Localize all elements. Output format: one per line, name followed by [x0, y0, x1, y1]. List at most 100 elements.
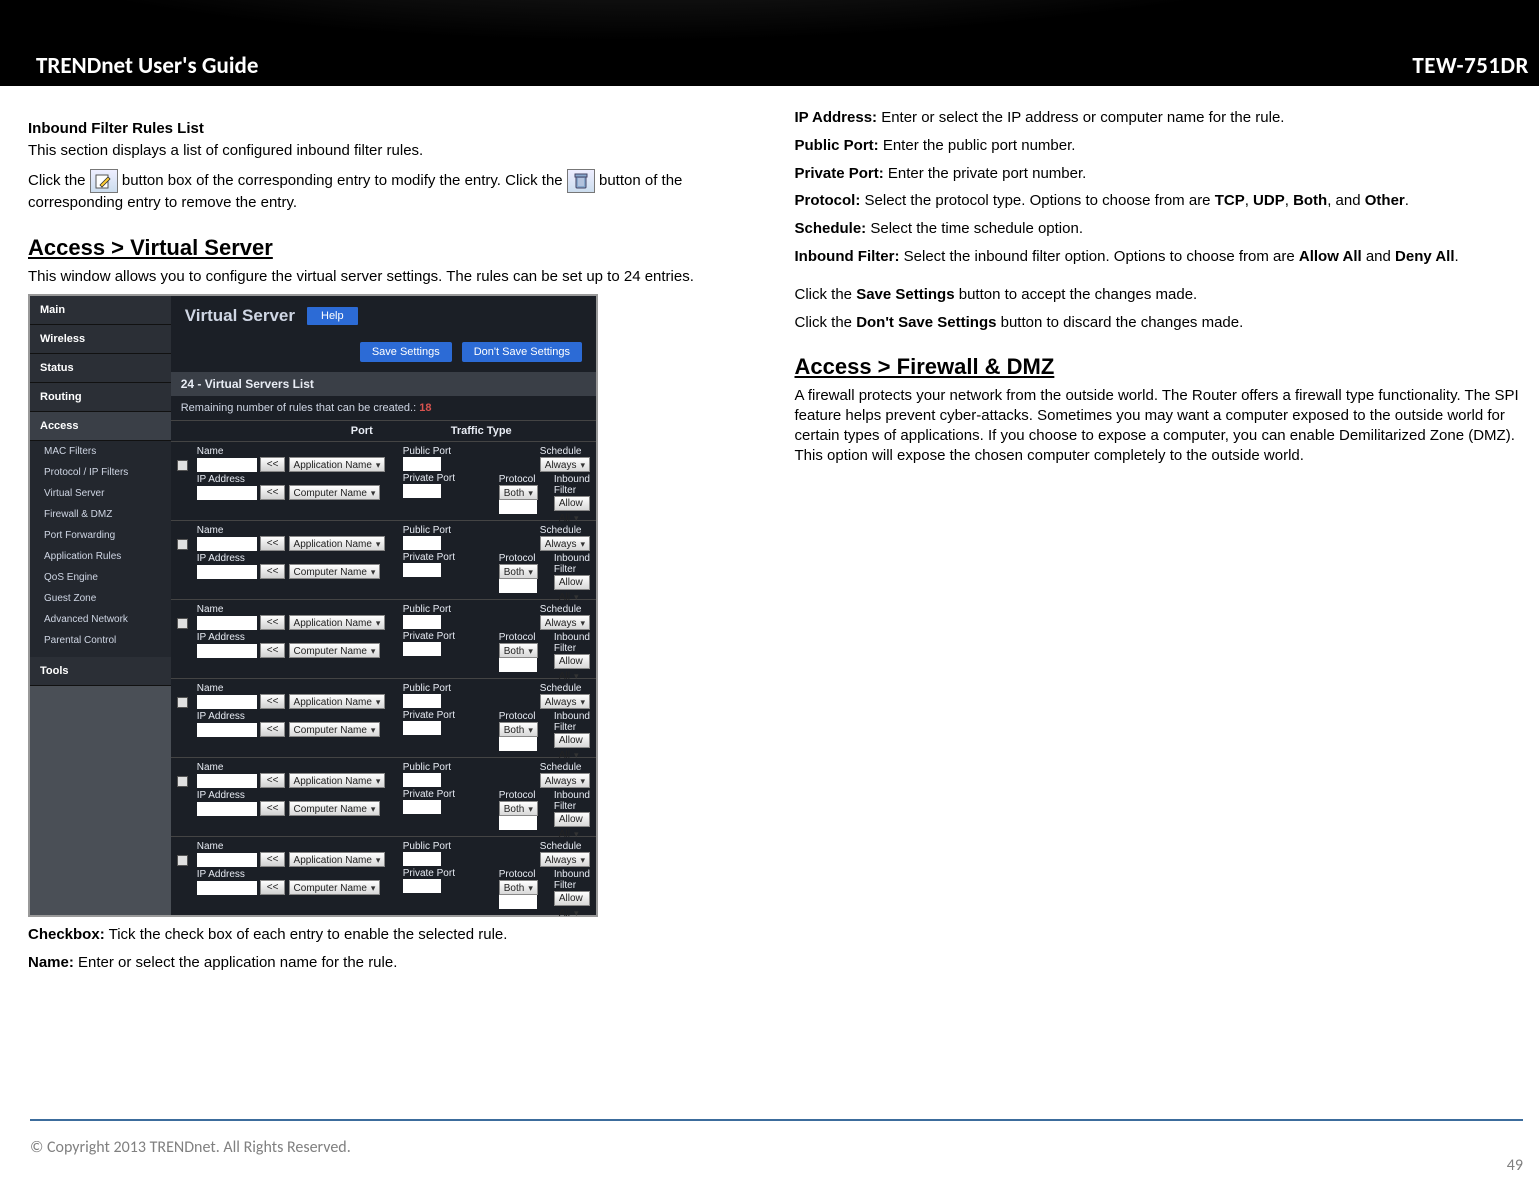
- inbound-filter-select[interactable]: Allow All: [554, 891, 590, 906]
- nav-sub-app-rules[interactable]: Application Rules: [30, 546, 171, 567]
- help-button[interactable]: Help: [307, 307, 358, 325]
- nav-tools[interactable]: Tools: [30, 657, 171, 686]
- schedule-select[interactable]: Always: [540, 694, 590, 709]
- private-port-input[interactable]: [403, 800, 441, 814]
- protocol-other-input[interactable]: [499, 658, 537, 672]
- protocol-select[interactable]: Both: [499, 880, 538, 895]
- application-name-select[interactable]: Application Name: [289, 536, 386, 551]
- computer-name-select[interactable]: Computer Name: [289, 643, 381, 658]
- private-port-input[interactable]: [403, 879, 441, 893]
- assign-ip-button[interactable]: <<: [260, 801, 286, 816]
- private-port-input[interactable]: [403, 642, 441, 656]
- nav-sub-guest[interactable]: Guest Zone: [30, 588, 171, 609]
- computer-name-select[interactable]: Computer Name: [289, 564, 381, 579]
- ip-input[interactable]: [197, 802, 257, 816]
- application-name-select[interactable]: Application Name: [289, 852, 386, 867]
- public-port-input[interactable]: [403, 773, 441, 787]
- assign-ip-button[interactable]: <<: [260, 722, 286, 737]
- assign-ip-button[interactable]: <<: [260, 485, 286, 500]
- enable-checkbox[interactable]: [177, 618, 188, 629]
- inbound-filter-select[interactable]: Allow All: [554, 575, 590, 590]
- public-port-input[interactable]: [403, 615, 441, 629]
- inbound-filter-select[interactable]: Allow All: [554, 812, 590, 827]
- name-input[interactable]: [197, 537, 257, 551]
- name-input[interactable]: [197, 853, 257, 867]
- protocol-select[interactable]: Both: [499, 485, 538, 500]
- ip-input[interactable]: [197, 881, 257, 895]
- ip-input[interactable]: [197, 486, 257, 500]
- nav-wireless[interactable]: Wireless: [30, 325, 171, 354]
- assign-name-button[interactable]: <<: [260, 852, 286, 867]
- dont-save-settings-button[interactable]: Don't Save Settings: [462, 342, 582, 362]
- name-input[interactable]: [197, 458, 257, 472]
- assign-ip-button[interactable]: <<: [260, 564, 286, 579]
- inbound-filter-select[interactable]: Allow All: [554, 654, 590, 669]
- name-input[interactable]: [197, 695, 257, 709]
- assign-name-button[interactable]: <<: [260, 536, 286, 551]
- name-input[interactable]: [197, 616, 257, 630]
- nav-sub-port-fwd[interactable]: Port Forwarding: [30, 525, 171, 546]
- schedule-select[interactable]: Always: [540, 773, 590, 788]
- nav-sub-firewall[interactable]: Firewall & DMZ: [30, 504, 171, 525]
- ip-input[interactable]: [197, 723, 257, 737]
- nav-access[interactable]: Access: [30, 412, 171, 441]
- protocol-other-input[interactable]: [499, 737, 537, 751]
- schedule-select[interactable]: Always: [540, 457, 590, 472]
- application-name-select[interactable]: Application Name: [289, 615, 386, 630]
- name-input[interactable]: [197, 774, 257, 788]
- inbound-filter-select[interactable]: Allow All: [554, 733, 590, 748]
- public-port-input[interactable]: [403, 536, 441, 550]
- nav-sub-protocol[interactable]: Protocol / IP Filters: [30, 462, 171, 483]
- ip-input[interactable]: [197, 644, 257, 658]
- nav-sub-qos[interactable]: QoS Engine: [30, 567, 171, 588]
- private-port-input[interactable]: [403, 721, 441, 735]
- delete-icon: [567, 169, 595, 193]
- computer-name-select[interactable]: Computer Name: [289, 880, 381, 895]
- protocol-other-input[interactable]: [499, 500, 537, 514]
- assign-name-button[interactable]: <<: [260, 615, 286, 630]
- assign-ip-button[interactable]: <<: [260, 643, 286, 658]
- protocol-select[interactable]: Both: [499, 722, 538, 737]
- public-port-input[interactable]: [403, 457, 441, 471]
- text-name: Enter or select the application name for…: [74, 954, 398, 971]
- nav-sub-virtual-server[interactable]: Virtual Server: [30, 483, 171, 504]
- protocol-other-input[interactable]: [499, 895, 537, 909]
- nav-sub-adv-net[interactable]: Advanced Network: [30, 609, 171, 630]
- public-port-input[interactable]: [403, 694, 441, 708]
- computer-name-select[interactable]: Computer Name: [289, 485, 381, 500]
- enable-checkbox[interactable]: [177, 776, 188, 787]
- schedule-select[interactable]: Always: [540, 536, 590, 551]
- application-name-select[interactable]: Application Name: [289, 457, 386, 472]
- enable-checkbox[interactable]: [177, 460, 188, 471]
- schedule-select[interactable]: Always: [540, 615, 590, 630]
- computer-name-select[interactable]: Computer Name: [289, 801, 381, 816]
- schedule-select[interactable]: Always: [540, 852, 590, 867]
- enable-checkbox[interactable]: [177, 539, 188, 550]
- save-settings-button[interactable]: Save Settings: [360, 342, 452, 362]
- protocol-other-input[interactable]: [499, 816, 537, 830]
- assign-name-button[interactable]: <<: [260, 694, 286, 709]
- nav-sub-parental[interactable]: Parental Control: [30, 630, 171, 651]
- private-port-input[interactable]: [403, 484, 441, 498]
- enable-checkbox[interactable]: [177, 697, 188, 708]
- protocol-select[interactable]: Both: [499, 564, 538, 579]
- nav-routing[interactable]: Routing: [30, 383, 171, 412]
- ip-input[interactable]: [197, 565, 257, 579]
- private-port-input[interactable]: [403, 563, 441, 577]
- nav-status[interactable]: Status: [30, 354, 171, 383]
- protocol-select[interactable]: Both: [499, 801, 538, 816]
- row-private-label: Private Port: [403, 789, 493, 800]
- public-port-input[interactable]: [403, 852, 441, 866]
- inbound-filter-select[interactable]: Allow All: [554, 496, 590, 511]
- application-name-select[interactable]: Application Name: [289, 694, 386, 709]
- nav-sub-mac[interactable]: MAC Filters: [30, 441, 171, 462]
- enable-checkbox[interactable]: [177, 855, 188, 866]
- application-name-select[interactable]: Application Name: [289, 773, 386, 788]
- protocol-select[interactable]: Both: [499, 643, 538, 658]
- assign-name-button[interactable]: <<: [260, 773, 286, 788]
- nav-main[interactable]: Main: [30, 296, 171, 325]
- assign-name-button[interactable]: <<: [260, 457, 286, 472]
- assign-ip-button[interactable]: <<: [260, 880, 286, 895]
- protocol-other-input[interactable]: [499, 579, 537, 593]
- computer-name-select[interactable]: Computer Name: [289, 722, 381, 737]
